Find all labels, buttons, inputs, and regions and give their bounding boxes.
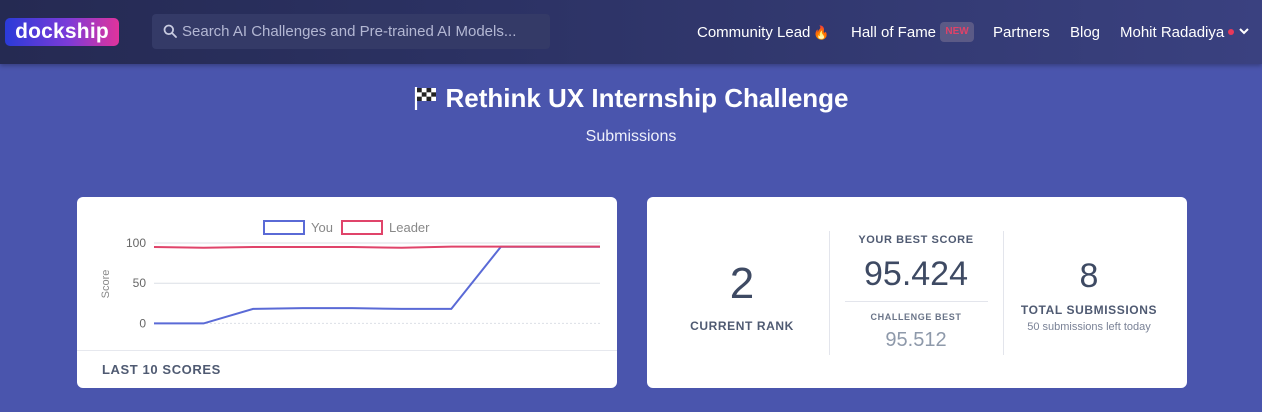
nav-hall-of-fame[interactable]: Hall of Fame NEW xyxy=(851,22,975,43)
new-badge: NEW xyxy=(940,22,975,43)
nav-community-lead-label: Community Lead xyxy=(697,24,811,41)
chart-footer-label: LAST 10 SCORES xyxy=(102,362,221,377)
checkered-flag-icon xyxy=(415,86,437,110)
challenge-best-value: 95.512 xyxy=(885,329,947,351)
page-subtitle: Submissions xyxy=(585,128,677,145)
legend-label: Leader xyxy=(389,220,430,235)
challenge-best-label: CHALLENGE BEST xyxy=(870,312,962,322)
best-score-separator xyxy=(845,301,988,302)
best-score-value: 95.424 xyxy=(864,255,968,293)
y-tick-label: 50 xyxy=(133,276,147,290)
chevron-down-icon xyxy=(1239,28,1249,35)
y-tick-label: 0 xyxy=(139,316,146,330)
nav-blog[interactable]: Blog xyxy=(1070,23,1100,43)
user-name: Mohit Radadiya xyxy=(1120,24,1225,41)
top-navbar: dockship Community Lead🔥 Hall of FameNEW… xyxy=(0,0,1262,64)
search-bar[interactable] xyxy=(152,14,550,49)
nav-partners[interactable]: Partners xyxy=(993,23,1050,43)
current-rank-label: CURRENT RANK xyxy=(690,319,794,333)
legend-swatch xyxy=(263,220,305,235)
page-title: Rethink UX Internship Challenge xyxy=(0,80,1262,116)
notification-dot xyxy=(1228,29,1235,36)
best-score-label: YOUR BEST SCORE xyxy=(858,234,974,246)
scores-line-chart: 0 50 100 Score You Leader xyxy=(100,220,600,330)
user-menu[interactable]: Mohit Radadiya xyxy=(1120,23,1249,43)
scores-chart-card: 0 50 100 Score You Leader LAST 10 SCORES xyxy=(77,197,617,388)
series-line-you xyxy=(154,245,600,325)
stats-card: 2 CURRENT RANK YOUR BEST SCORE 95.424 CH… xyxy=(647,197,1187,388)
nav-hall-of-fame-label: Hall of Fame xyxy=(851,24,937,41)
search-input[interactable] xyxy=(182,14,542,49)
current-rank-value: 2 xyxy=(729,259,755,308)
nav-community-lead[interactable]: Community Lead 🔥 xyxy=(697,23,830,43)
y-axis-label: Score xyxy=(100,270,112,299)
stats-divider xyxy=(829,231,830,355)
legend-swatch xyxy=(341,220,383,235)
dockship-logo[interactable]: dockship xyxy=(5,18,119,46)
y-tick-label: 100 xyxy=(126,236,146,250)
page-title-text: Rethink UX Internship Challenge xyxy=(445,83,849,113)
total-submissions-value: 8 xyxy=(1079,257,1099,295)
search-icon xyxy=(163,24,177,38)
fire-icon: 🔥 xyxy=(813,25,830,40)
legend-label: You xyxy=(311,220,333,235)
chart-footer: LAST 10 SCORES xyxy=(77,350,617,389)
total-submissions-label: TOTAL SUBMISSIONS xyxy=(1020,303,1158,317)
submissions-left-note: 50 submissions left today xyxy=(1027,321,1151,333)
